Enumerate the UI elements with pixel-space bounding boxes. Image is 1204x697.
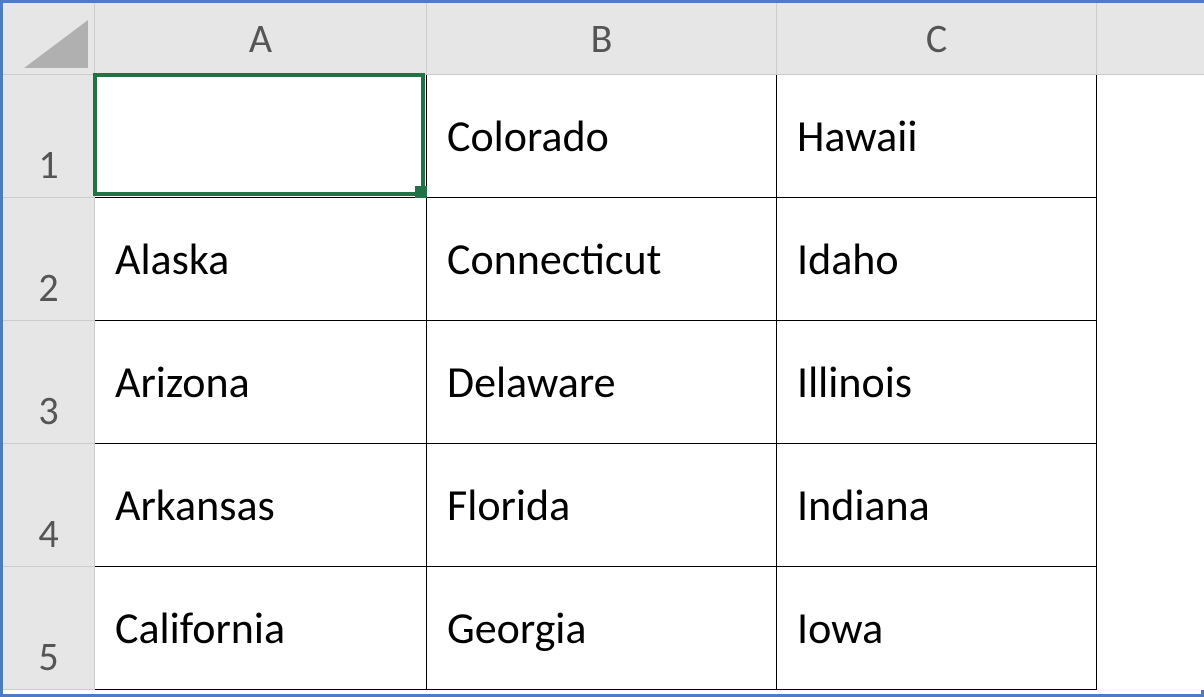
column-headers: A B C [95, 3, 1204, 75]
column-header-c[interactable]: C [777, 3, 1097, 75]
column-header-b[interactable]: B [427, 3, 777, 75]
cell-c3[interactable]: Illinois [777, 321, 1097, 444]
cell-b1[interactable]: Colorado [427, 75, 777, 198]
cell-a3[interactable]: Arizona [95, 321, 427, 444]
cell-a5[interactable]: California [95, 567, 427, 690]
row-headers: 1 2 3 4 5 [3, 75, 95, 690]
cell-extra-2[interactable] [1097, 198, 1204, 321]
table-row: Arizona Delaware Illinois [95, 321, 1204, 444]
row-header-4[interactable]: 4 [3, 444, 95, 567]
table-row: Colorado Hawaii [95, 75, 1204, 198]
row-header-2[interactable]: 2 [3, 198, 95, 321]
select-all-triangle-icon [24, 20, 88, 68]
cell-extra-4[interactable] [1097, 444, 1204, 567]
select-all-corner[interactable] [3, 3, 95, 75]
column-header-a[interactable]: A [95, 3, 427, 75]
spreadsheet-grid: A B C 1 2 3 4 5 Colorado Hawaii Alaska C… [3, 3, 1201, 694]
row-header-3[interactable]: 3 [3, 321, 95, 444]
cell-extra-1[interactable] [1097, 75, 1204, 198]
row-header-1[interactable]: 1 [3, 75, 95, 198]
cell-b3[interactable]: Delaware [427, 321, 777, 444]
cell-c5[interactable]: Iowa [777, 567, 1097, 690]
cell-b5[interactable]: Georgia [427, 567, 777, 690]
cell-c1[interactable]: Hawaii [777, 75, 1097, 198]
table-row: Arkansas Florida Indiana [95, 444, 1204, 567]
cell-c4[interactable]: Indiana [777, 444, 1097, 567]
column-header-extra[interactable] [1097, 3, 1204, 75]
cell-b2[interactable]: Connecticut [427, 198, 777, 321]
cell-a2[interactable]: Alaska [95, 198, 427, 321]
cell-b4[interactable]: Florida [427, 444, 777, 567]
row-header-5[interactable]: 5 [3, 567, 95, 690]
cell-c2[interactable]: Idaho [777, 198, 1097, 321]
table-row: California Georgia Iowa [95, 567, 1204, 690]
cells-area: Colorado Hawaii Alaska Connecticut Idaho… [95, 75, 1204, 690]
table-row: Alaska Connecticut Idaho [95, 198, 1204, 321]
cell-a4[interactable]: Arkansas [95, 444, 427, 567]
cell-extra-3[interactable] [1097, 321, 1204, 444]
cell-a1[interactable] [95, 75, 427, 198]
cell-extra-5[interactable] [1097, 567, 1204, 690]
